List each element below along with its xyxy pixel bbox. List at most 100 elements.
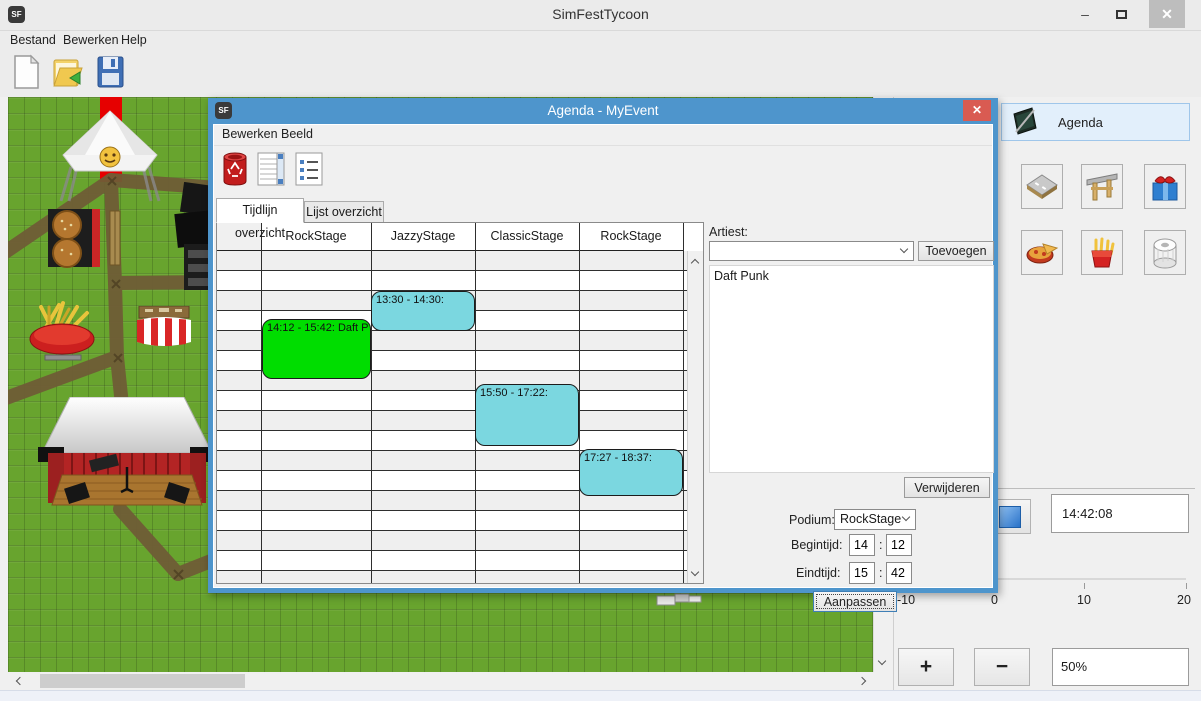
timeline-list-icon: [257, 151, 285, 187]
dialog-toolbar: [214, 146, 992, 196]
grid-vertical-scrollbar[interactable]: [687, 251, 703, 583]
scroll-down-icon[interactable]: [874, 654, 890, 670]
agenda-button-label: Agenda: [1058, 115, 1103, 130]
agenda-dialog: SF Agenda - MyEvent ✕ Bewerken Beeld: [208, 98, 998, 593]
grid-scroll-up-icon[interactable]: [687, 253, 703, 269]
end-time-label: Eindtijd:: [796, 566, 840, 580]
new-file-button[interactable]: [8, 54, 44, 92]
burger-stand[interactable]: [48, 205, 124, 271]
agenda-button[interactable]: Agenda: [1001, 103, 1190, 141]
market-stand[interactable]: [135, 306, 193, 350]
fries-stand[interactable]: [25, 299, 99, 363]
column-header: ClassicStage: [475, 223, 579, 251]
begin-time-label: Begintijd:: [791, 538, 842, 552]
combobox-chevron-icon: [902, 513, 910, 521]
save-file-button[interactable]: [92, 54, 128, 92]
remove-artist-button[interactable]: Verwijderen: [904, 477, 990, 498]
horizontal-scroll-thumb[interactable]: [40, 674, 245, 688]
column-header: JazzyStage: [371, 223, 475, 251]
zoom-in-button[interactable]: +: [898, 648, 954, 686]
save-file-icon: [95, 54, 125, 90]
add-artist-button[interactable]: Toevoegen: [918, 241, 994, 261]
agenda-book-icon: [1010, 106, 1040, 138]
item-fries-button[interactable]: [1081, 230, 1123, 275]
dialog-titlebar: SF Agenda - MyEvent ✕: [208, 98, 998, 124]
item-gift-button[interactable]: [1144, 164, 1186, 209]
item-torii-gate-button[interactable]: [1081, 164, 1123, 209]
menu-help[interactable]: Help: [121, 33, 147, 47]
gift-icon: [1149, 171, 1181, 203]
maximize-button[interactable]: [1105, 0, 1137, 28]
dialog-body: Bewerken Beeld: [213, 124, 993, 588]
slider-tick-label: 0: [991, 593, 998, 607]
small-prop[interactable]: [655, 592, 705, 606]
toilet-paper-icon: [1150, 237, 1180, 269]
begin-minute-input[interactable]: [886, 534, 912, 556]
list-view-button[interactable]: [294, 151, 324, 189]
bullet-list-icon: [295, 151, 323, 187]
window-title: SimFestTycoon: [0, 6, 1201, 22]
trash-icon: [221, 151, 249, 187]
minimize-button[interactable]: –: [1069, 0, 1101, 28]
scroll-right-icon[interactable]: [855, 673, 871, 689]
begin-hour-input[interactable]: [849, 534, 875, 556]
item-toilet-paper-button[interactable]: [1144, 230, 1186, 275]
road-tile-icon: [1025, 173, 1059, 201]
time-colon: :: [879, 538, 882, 552]
podium-label: Podium:: [789, 513, 835, 527]
pizza-icon: [1025, 240, 1059, 266]
tab-tijdlijn-overzicht[interactable]: Tijdlijn overzicht: [216, 198, 304, 223]
slider-tick: [1084, 583, 1085, 589]
scroll-left-icon[interactable]: [10, 673, 26, 689]
combobox-chevron-icon: [900, 245, 908, 253]
schedule-grid-body[interactable]: 14:12 - 15:42: Daft P13:30 - 14:30: 15:50…: [217, 251, 687, 583]
application-window: SF SimFestTycoon – ✕ Bestand Bewerken He…: [0, 0, 1201, 701]
artist-combobox[interactable]: [709, 241, 914, 261]
schedule-event[interactable]: 17:27 - 18:37:: [579, 449, 683, 496]
item-road-tile-button[interactable]: [1021, 164, 1063, 209]
play-pause-icon: [999, 506, 1021, 528]
slider-tick-label: -10: [897, 593, 915, 607]
timeline-view-button[interactable]: [256, 151, 286, 189]
main-toolbar: [0, 50, 1201, 97]
dialog-menu-beeld[interactable]: Beeld: [281, 127, 313, 141]
schedule-event[interactable]: 13:30 - 14:30:: [371, 291, 475, 331]
podium-combobox-value: RockStage: [840, 512, 901, 526]
map-horizontal-scrollbar[interactable]: [8, 672, 873, 690]
game-clock: 14:42:08: [1051, 494, 1189, 533]
grid-scroll-down-icon[interactable]: [687, 565, 703, 581]
maximize-icon: [1116, 10, 1127, 19]
dialog-menu-bewerken[interactable]: Bewerken: [222, 127, 278, 141]
close-button[interactable]: ✕: [1149, 0, 1185, 28]
schedule-event[interactable]: 15:50 - 17:22:: [475, 384, 579, 445]
item-pizza-button[interactable]: [1021, 230, 1063, 275]
end-minute-input[interactable]: [886, 562, 912, 584]
slider-tick-label: 10: [1077, 593, 1091, 607]
dialog-title: Agenda - MyEvent: [208, 103, 998, 118]
artist-listbox[interactable]: Daft Punk: [709, 265, 994, 473]
menu-bewerken[interactable]: Bewerken: [63, 33, 119, 47]
schedule-event[interactable]: 14:12 - 15:42: Daft P: [262, 319, 371, 379]
entrance-tent[interactable]: [55, 109, 165, 209]
new-file-icon: [11, 54, 41, 90]
column-header: RockStage: [579, 223, 683, 251]
slider-tick-label: 20: [1177, 593, 1191, 607]
fries-icon: [1088, 237, 1116, 269]
main-stage[interactable]: [38, 397, 216, 515]
zoom-level-display: 50%: [1052, 648, 1189, 686]
schedule-grid: RockStage JazzyStage ClassicStage RockSt…: [216, 222, 704, 584]
menu-bestand[interactable]: Bestand: [10, 33, 56, 47]
end-hour-input[interactable]: [849, 562, 875, 584]
slider-tick: [1186, 583, 1187, 589]
window-titlebar: SF SimFestTycoon – ✕: [0, 0, 1201, 30]
apply-button[interactable]: Aanpassen: [813, 591, 897, 612]
open-file-button[interactable]: [50, 54, 86, 92]
tab-lijst-overzicht[interactable]: Lijst overzicht: [304, 201, 384, 223]
dialog-close-button[interactable]: ✕: [963, 100, 991, 121]
podium-combobox[interactable]: RockStage: [834, 509, 916, 530]
dialog-menu-bar: Bewerken Beeld: [214, 125, 992, 146]
zoom-out-button[interactable]: −: [974, 648, 1030, 686]
delete-event-button[interactable]: [220, 151, 250, 189]
menu-bar: Bestand Bewerken Help: [0, 30, 1201, 50]
artist-list-item[interactable]: Daft Punk: [710, 266, 993, 283]
